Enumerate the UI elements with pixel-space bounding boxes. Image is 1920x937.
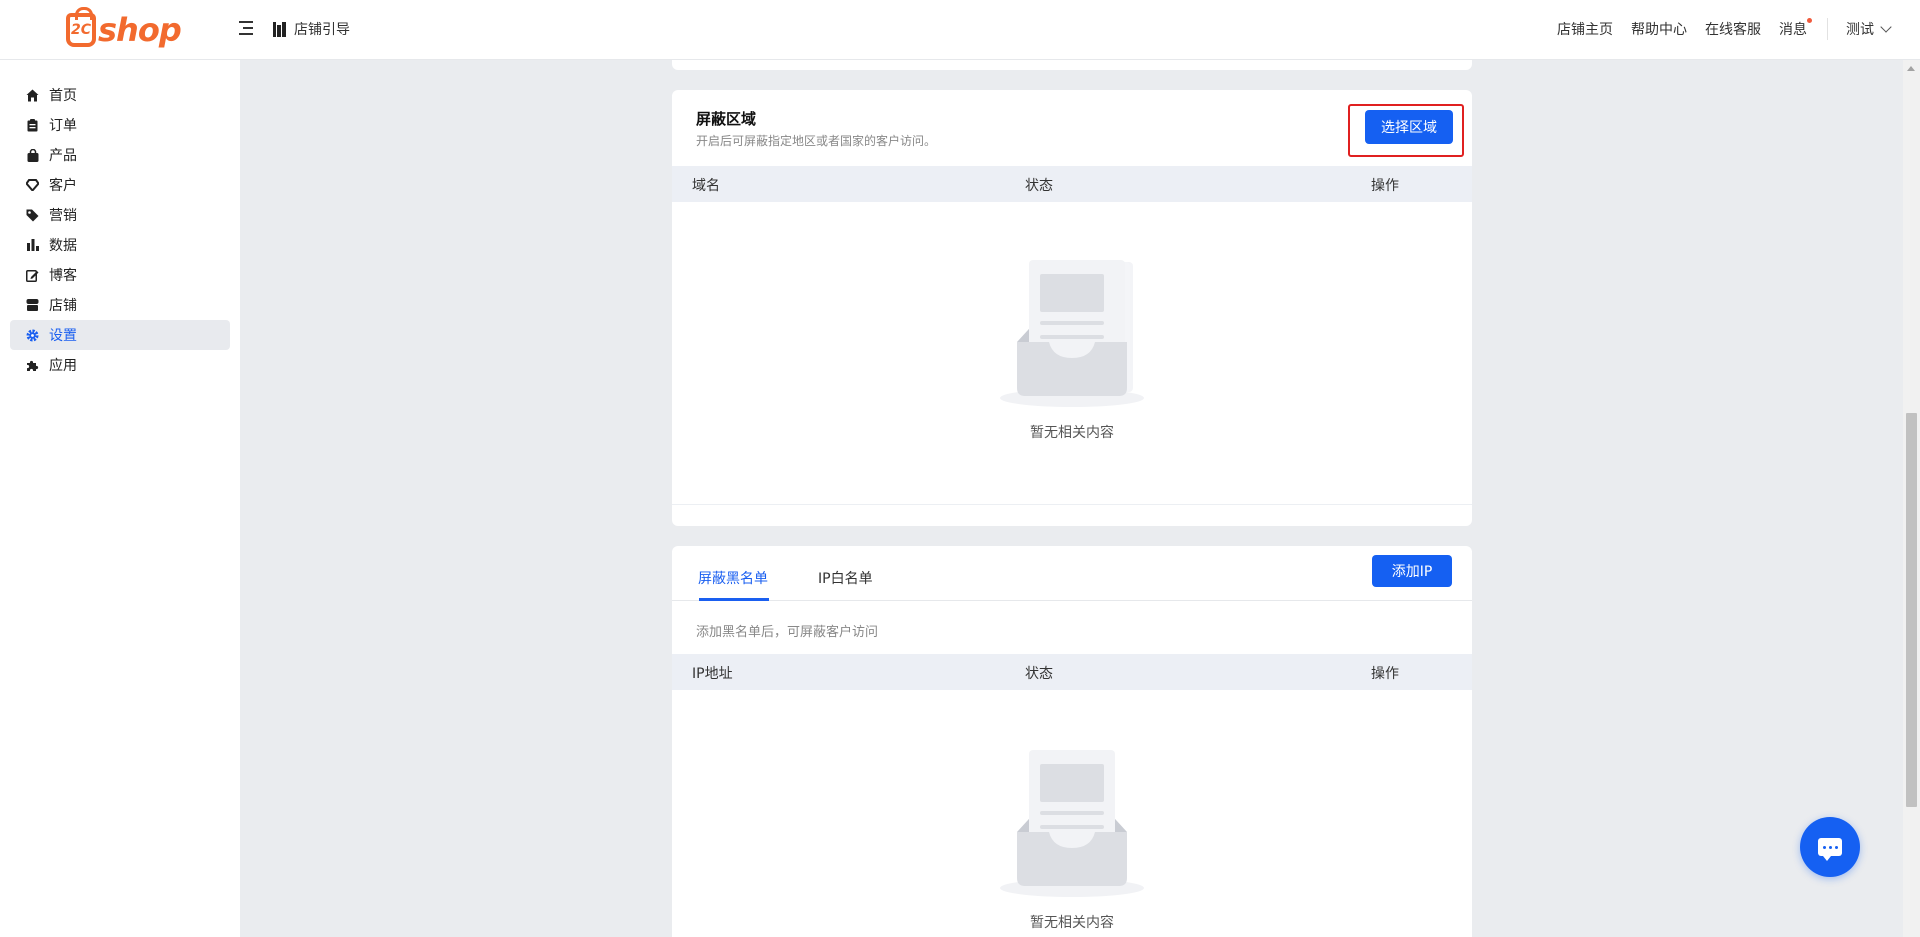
sidebar-item-label: 产品 [49, 148, 77, 164]
logo-text: shop [98, 11, 182, 49]
logo[interactable]: 2C shop [66, 7, 182, 50]
column-actions: 操作 [1371, 178, 1399, 194]
sidebar-item-label: 店铺 [49, 298, 77, 314]
column-status: 状态 [1025, 666, 1053, 682]
sidebar-item-orders[interactable]: 订单 [10, 110, 230, 140]
sidebar-item-customers[interactable]: 客户 [10, 170, 230, 200]
ip-list-card: 屏蔽黑名单 IP白名单 添加IP 添加黑名单后，可屏蔽客户访问 IP地址 状态 … [672, 546, 1472, 937]
puzzle-icon [26, 359, 39, 372]
empty-state: 暂无相关内容 [672, 260, 1472, 442]
edit-icon [26, 269, 39, 282]
nav-messages[interactable]: 消息 [1779, 18, 1812, 39]
card-description: 添加黑名单后，可屏蔽客户访问 [696, 625, 879, 640]
active-tab-indicator [699, 598, 769, 601]
sidebar-item-label: 设置 [49, 328, 77, 344]
sidebar-item-label: 数据 [49, 238, 77, 254]
user-name: 测试 [1846, 22, 1874, 38]
column-domain: 域名 [692, 178, 720, 194]
scroll-up-arrow-icon[interactable] [1907, 66, 1915, 71]
select-region-button[interactable]: 选择区域 [1365, 110, 1453, 144]
sidebar: 首页 订单 产品 客户 营销 数据 博客 店铺 设置 应用 [0, 60, 240, 937]
menu-toggle-icon[interactable] [239, 20, 255, 36]
nav-store-home[interactable]: 店铺主页 [1557, 19, 1613, 39]
table-header: IP地址 状态 操作 [672, 654, 1472, 690]
tag-icon [26, 209, 39, 222]
top-nav: 店铺主页 帮助中心 在线客服 消息 测试 [1557, 18, 1920, 40]
home-icon [26, 89, 39, 102]
nav-divider [1827, 18, 1828, 40]
sidebar-item-store[interactable]: 店铺 [10, 290, 230, 320]
empty-text: 暂无相关内容 [1030, 425, 1114, 441]
sidebar-item-data[interactable]: 数据 [10, 230, 230, 260]
sidebar-item-label: 博客 [49, 268, 77, 284]
column-status: 状态 [1025, 178, 1053, 194]
empty-inbox-icon [1000, 260, 1144, 407]
top-bar: 2C shop 店铺引导 店铺主页 帮助中心 在线客服 消息 测试 [0, 0, 1920, 60]
sidebar-item-label: 首页 [49, 88, 77, 104]
chat-bubble-icon [1818, 838, 1842, 861]
nav-help-center[interactable]: 帮助中心 [1631, 19, 1687, 39]
sidebar-item-products[interactable]: 产品 [10, 140, 230, 170]
sidebar-item-label: 客户 [49, 178, 77, 194]
store-guide-label: 店铺引导 [294, 22, 350, 38]
sidebar-item-blog[interactable]: 博客 [10, 260, 230, 290]
user-menu[interactable]: 测试 [1846, 19, 1892, 39]
clipboard-icon [26, 118, 39, 132]
chat-button[interactable] [1800, 817, 1860, 877]
empty-state: 暂无相关内容 [672, 750, 1472, 932]
ip-tabs: 屏蔽黑名单 IP白名单 [672, 546, 1472, 601]
tab-blacklist[interactable]: 屏蔽黑名单 [698, 568, 768, 588]
sidebar-item-marketing[interactable]: 营销 [10, 200, 230, 230]
unread-dot [1807, 18, 1812, 23]
add-ip-button[interactable]: 添加IP [1372, 555, 1452, 587]
sidebar-item-home[interactable]: 首页 [10, 80, 230, 110]
blocked-region-card: 屏蔽区域 开启后可屏蔽指定地区或者国家的客户访问。 选择区域 域名 状态 操作 … [672, 90, 1472, 526]
bag-icon [26, 148, 39, 162]
scroll-thumb[interactable] [1906, 413, 1917, 807]
card-divider [672, 504, 1472, 505]
book-icon [273, 21, 287, 37]
sidebar-item-label: 订单 [49, 118, 77, 134]
store-icon [26, 299, 39, 312]
empty-text: 暂无相关内容 [1030, 915, 1114, 931]
bar-chart-icon [26, 239, 39, 252]
nav-messages-label: 消息 [1779, 22, 1807, 38]
table-header: 域名 状态 操作 [672, 166, 1472, 202]
sidebar-item-label: 应用 [49, 358, 77, 374]
sidebar-item-label: 营销 [49, 208, 77, 224]
page-scrollbar[interactable] [1903, 60, 1920, 937]
store-guide-link[interactable]: 店铺引导 [273, 19, 350, 39]
empty-inbox-icon [1000, 750, 1144, 897]
nav-online-service[interactable]: 在线客服 [1705, 19, 1761, 39]
gear-icon [26, 329, 39, 342]
column-ip-address: IP地址 [692, 666, 733, 682]
sidebar-item-settings[interactable]: 设置 [10, 320, 230, 350]
column-actions: 操作 [1371, 666, 1399, 682]
previous-card-bottom [672, 60, 1472, 70]
chevron-down-icon [1880, 21, 1892, 33]
sidebar-item-apps[interactable]: 应用 [10, 350, 230, 380]
logo-bag-icon: 2C [66, 7, 96, 47]
card-description: 开启后可屏蔽指定地区或者国家的客户访问。 [696, 134, 937, 148]
card-title: 屏蔽区域 [696, 110, 757, 128]
diamond-icon [26, 179, 39, 192]
tab-whitelist[interactable]: IP白名单 [818, 568, 873, 588]
